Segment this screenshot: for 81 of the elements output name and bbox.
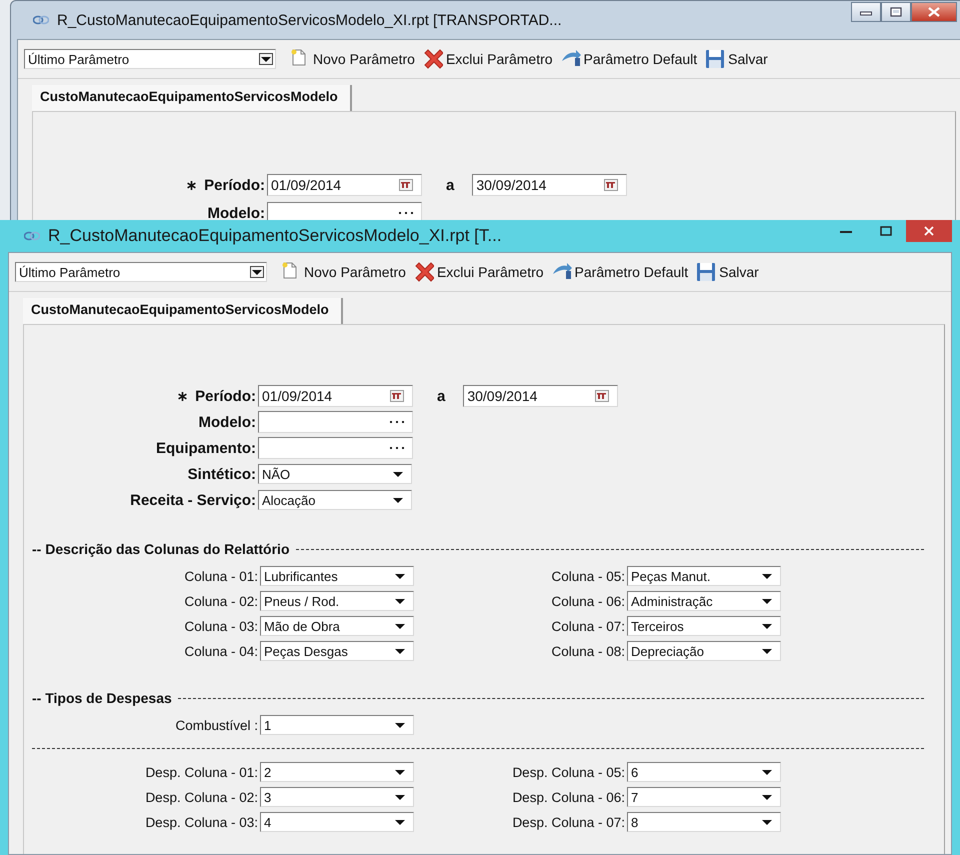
field-label: Coluna - 01:: [183, 568, 259, 584]
dropdown[interactable]: Pneus / Rod.: [260, 591, 414, 611]
date-field[interactable]: 30/09/2014: [472, 174, 628, 196]
date-field[interactable]: 01/09/2014: [267, 174, 422, 196]
toolbar-button[interactable]: Salvar: [694, 262, 761, 282]
calendar-icon: [399, 179, 413, 191]
field-label: Modelo:: [208, 204, 265, 220]
toolbar-button[interactable]: Exclui Parâmetro: [420, 49, 555, 69]
field-label: Desp. Coluna - 05:: [511, 764, 626, 780]
dropdown[interactable]: 1: [260, 715, 414, 735]
chain-link-icon: [24, 230, 40, 242]
close-icon: [928, 7, 940, 17]
field-label: Coluna - 02:: [183, 594, 259, 608]
dropdown[interactable]: 8: [627, 812, 781, 832]
toolbar-button[interactable]: Parâmetro Default: [558, 49, 700, 69]
dropdown[interactable]: 2: [260, 762, 414, 782]
range-separator: a: [437, 388, 446, 404]
dropdown[interactable]: Depreciação: [627, 641, 781, 661]
field-label: Desp. Coluna - 01:: [144, 764, 259, 780]
field-label: Combustível :: [174, 718, 259, 732]
toolbar-button[interactable]: Novo Parâmetro: [279, 262, 408, 282]
field-label: Coluna - 08:: [550, 644, 626, 658]
close-button[interactable]: [906, 220, 952, 242]
dropdown[interactable]: Mão de Obra: [260, 616, 414, 636]
toolbar-button[interactable]: Salvar: [703, 49, 770, 69]
range-separator: a: [446, 176, 454, 194]
lookup-field[interactable]: [258, 437, 413, 459]
field-label: Desp. Coluna - 07:: [511, 814, 626, 830]
dropdown[interactable]: Peças Desgas: [260, 641, 414, 661]
field-label: Coluna - 03:: [183, 618, 259, 634]
dropdown[interactable]: Peças Manut.: [627, 566, 781, 586]
field-label: Período:: [204, 176, 265, 194]
maximize-icon: [880, 226, 892, 236]
dropdown[interactable]: Terceiros: [627, 616, 781, 636]
field-label: Coluna - 05:: [550, 568, 626, 584]
window-title: R_CustoManutecaoEquipamentoServicosModelo_XI.rpt [TRANSPORTAD...: [57, 12, 562, 28]
field-label: Modelo:: [198, 414, 256, 430]
ellipsis-icon: [390, 446, 404, 450]
ellipsis-icon: [399, 211, 413, 215]
toolbar-button[interactable]: Exclui Parâmetro: [412, 262, 546, 282]
dropdown[interactable]: Último Parâmetro: [15, 262, 267, 282]
x-mark-icon: [422, 49, 443, 69]
ellipsis-icon: [390, 420, 404, 424]
arrow-icon: [552, 262, 572, 282]
dropdown[interactable]: NÃO: [258, 464, 412, 484]
calendar-icon: [595, 390, 610, 402]
calendar-icon: [604, 179, 618, 191]
dropdown[interactable]: 4: [260, 812, 414, 832]
dropdown[interactable]: 7: [627, 787, 781, 807]
field-label: Equipamento:: [156, 440, 256, 456]
field-label: Receita - Serviço:: [130, 492, 256, 508]
window-title: R_CustoManutecaoEquipamentoServicosModelo_XI.rpt [T...: [48, 226, 502, 246]
field-label: Coluna - 07:: [550, 618, 626, 634]
x-mark-icon: [414, 262, 434, 282]
dropdown[interactable]: 6: [627, 762, 781, 782]
field-label: Período:: [195, 388, 256, 404]
dropdown[interactable]: Alocação: [258, 490, 412, 510]
maximize-icon: [890, 7, 902, 17]
field-label: Coluna - 06:: [550, 594, 626, 608]
tab[interactable]: CustoManutecaoEquipamentoServicosModelo: [23, 298, 343, 324]
arrow-icon: [560, 49, 581, 69]
lookup-field[interactable]: [267, 202, 422, 220]
dropdown[interactable]: Administraçãc: [627, 591, 781, 611]
field-label: Desp. Coluna - 02:: [144, 790, 259, 804]
field-label: Sintético:: [188, 466, 256, 482]
chain-link-icon: [33, 14, 49, 26]
date-field[interactable]: 01/09/2014: [258, 385, 413, 407]
field-label: Desp. Coluna - 03:: [144, 814, 259, 830]
date-field[interactable]: 30/09/2014: [463, 385, 618, 407]
dropdown[interactable]: 3: [260, 787, 414, 807]
section-heading: -- Tipos de Despesas: [32, 690, 172, 706]
dropdown[interactable]: Último Parâmetro: [24, 49, 276, 69]
calendar-icon: [390, 390, 404, 402]
dropdown[interactable]: Lubrificantes: [260, 566, 414, 586]
toolbar-button[interactable]: Novo Parâmetro: [288, 49, 417, 69]
field-label: Coluna - 04:: [183, 644, 259, 658]
section-heading: -- Descrição das Colunas do Relattório: [32, 541, 290, 557]
toolbar-button[interactable]: Parâmetro Default: [550, 262, 690, 282]
field-label: Desp. Coluna - 06:: [511, 790, 626, 804]
close-icon: [924, 226, 934, 236]
lookup-field[interactable]: [258, 411, 413, 433]
